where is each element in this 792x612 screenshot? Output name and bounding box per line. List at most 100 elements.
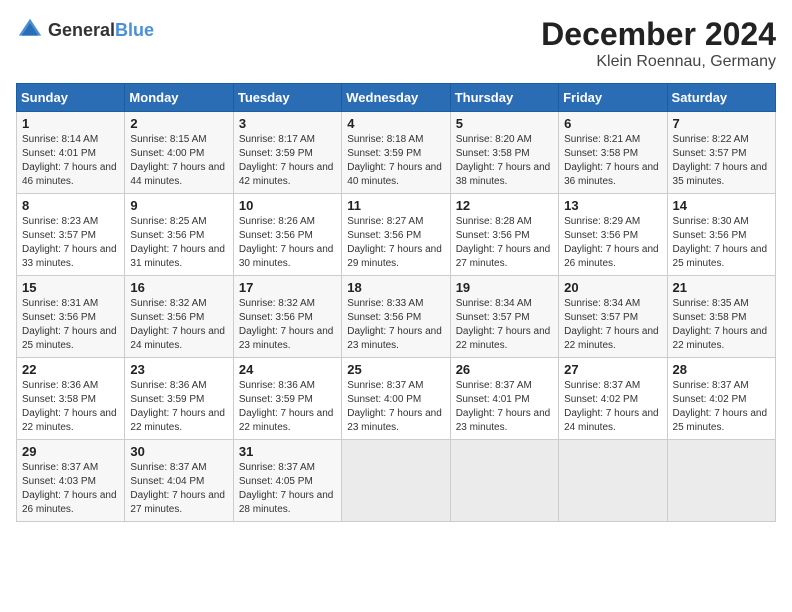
- day-cell: 9 Sunrise: 8:25 AM Sunset: 3:56 PM Dayli…: [125, 194, 233, 276]
- sunrise: Sunrise: 8:30 AM: [673, 216, 749, 227]
- day-cell: [450, 440, 558, 522]
- sunrise: Sunrise: 8:23 AM: [22, 216, 98, 227]
- title-area: December 2024 Klein Roennau, Germany: [541, 16, 776, 71]
- day-cell: 2 Sunrise: 8:15 AM Sunset: 4:00 PM Dayli…: [125, 112, 233, 194]
- sunrise: Sunrise: 8:35 AM: [673, 298, 749, 309]
- day-cell: 17 Sunrise: 8:32 AM Sunset: 3:56 PM Dayl…: [233, 276, 341, 358]
- day-info: Sunrise: 8:23 AM Sunset: 3:57 PM Dayligh…: [22, 215, 119, 271]
- sunrise: Sunrise: 8:27 AM: [347, 216, 423, 227]
- day-info: Sunrise: 8:37 AM Sunset: 4:00 PM Dayligh…: [347, 379, 444, 435]
- calendar-table: Sunday Monday Tuesday Wednesday Thursday…: [16, 83, 776, 522]
- day-number: 14: [673, 198, 770, 213]
- sunrise: Sunrise: 8:25 AM: [130, 216, 206, 227]
- day-cell: [342, 440, 450, 522]
- daylight: Daylight: 7 hours and 35 minutes.: [673, 162, 768, 187]
- day-number: 6: [564, 116, 661, 131]
- day-info: Sunrise: 8:35 AM Sunset: 3:58 PM Dayligh…: [673, 297, 770, 353]
- sunset: Sunset: 3:56 PM: [130, 230, 204, 241]
- day-number: 5: [456, 116, 553, 131]
- day-cell: 31 Sunrise: 8:37 AM Sunset: 4:05 PM Dayl…: [233, 440, 341, 522]
- day-number: 25: [347, 362, 444, 377]
- day-cell: 30 Sunrise: 8:37 AM Sunset: 4:04 PM Dayl…: [125, 440, 233, 522]
- day-cell: 8 Sunrise: 8:23 AM Sunset: 3:57 PM Dayli…: [17, 194, 125, 276]
- day-number: 23: [130, 362, 227, 377]
- day-cell: 20 Sunrise: 8:34 AM Sunset: 3:57 PM Dayl…: [559, 276, 667, 358]
- day-number: 3: [239, 116, 336, 131]
- sunrise: Sunrise: 8:37 AM: [239, 462, 315, 473]
- day-number: 2: [130, 116, 227, 131]
- day-number: 22: [22, 362, 119, 377]
- daylight: Daylight: 7 hours and 23 minutes.: [347, 326, 442, 351]
- day-cell: 7 Sunrise: 8:22 AM Sunset: 3:57 PM Dayli…: [667, 112, 775, 194]
- week-row-1: 1 Sunrise: 8:14 AM Sunset: 4:01 PM Dayli…: [17, 112, 776, 194]
- sunset: Sunset: 4:00 PM: [347, 394, 421, 405]
- day-number: 15: [22, 280, 119, 295]
- day-cell: 14 Sunrise: 8:30 AM Sunset: 3:56 PM Dayl…: [667, 194, 775, 276]
- day-cell: 12 Sunrise: 8:28 AM Sunset: 3:56 PM Dayl…: [450, 194, 558, 276]
- day-number: 10: [239, 198, 336, 213]
- day-info: Sunrise: 8:33 AM Sunset: 3:56 PM Dayligh…: [347, 297, 444, 353]
- week-row-2: 8 Sunrise: 8:23 AM Sunset: 3:57 PM Dayli…: [17, 194, 776, 276]
- sunset: Sunset: 3:59 PM: [130, 394, 204, 405]
- day-cell: 25 Sunrise: 8:37 AM Sunset: 4:00 PM Dayl…: [342, 358, 450, 440]
- sunrise: Sunrise: 8:36 AM: [22, 380, 98, 391]
- day-number: 7: [673, 116, 770, 131]
- day-info: Sunrise: 8:27 AM Sunset: 3:56 PM Dayligh…: [347, 215, 444, 271]
- day-cell: 16 Sunrise: 8:32 AM Sunset: 3:56 PM Dayl…: [125, 276, 233, 358]
- day-cell: 11 Sunrise: 8:27 AM Sunset: 3:56 PM Dayl…: [342, 194, 450, 276]
- daylight: Daylight: 7 hours and 25 minutes.: [673, 408, 768, 433]
- day-number: 18: [347, 280, 444, 295]
- sunrise: Sunrise: 8:20 AM: [456, 134, 532, 145]
- daylight: Daylight: 7 hours and 27 minutes.: [456, 244, 551, 269]
- daylight: Daylight: 7 hours and 25 minutes.: [22, 326, 117, 351]
- sunrise: Sunrise: 8:26 AM: [239, 216, 315, 227]
- sunset: Sunset: 3:56 PM: [673, 230, 747, 241]
- day-info: Sunrise: 8:20 AM Sunset: 3:58 PM Dayligh…: [456, 133, 553, 189]
- daylight: Daylight: 7 hours and 30 minutes.: [239, 244, 334, 269]
- week-row-4: 22 Sunrise: 8:36 AM Sunset: 3:58 PM Dayl…: [17, 358, 776, 440]
- daylight: Daylight: 7 hours and 22 minutes.: [22, 408, 117, 433]
- month-title: December 2024: [541, 16, 776, 53]
- sunset: Sunset: 3:59 PM: [239, 148, 313, 159]
- sunset: Sunset: 3:56 PM: [347, 230, 421, 241]
- sunrise: Sunrise: 8:36 AM: [130, 380, 206, 391]
- day-number: 27: [564, 362, 661, 377]
- daylight: Daylight: 7 hours and 44 minutes.: [130, 162, 225, 187]
- sunrise: Sunrise: 8:37 AM: [22, 462, 98, 473]
- col-tuesday: Tuesday: [233, 84, 341, 112]
- day-number: 21: [673, 280, 770, 295]
- sunrise: Sunrise: 8:37 AM: [456, 380, 532, 391]
- day-info: Sunrise: 8:17 AM Sunset: 3:59 PM Dayligh…: [239, 133, 336, 189]
- day-info: Sunrise: 8:26 AM Sunset: 3:56 PM Dayligh…: [239, 215, 336, 271]
- day-info: Sunrise: 8:37 AM Sunset: 4:05 PM Dayligh…: [239, 461, 336, 517]
- day-info: Sunrise: 8:34 AM Sunset: 3:57 PM Dayligh…: [456, 297, 553, 353]
- daylight: Daylight: 7 hours and 36 minutes.: [564, 162, 659, 187]
- daylight: Daylight: 7 hours and 31 minutes.: [130, 244, 225, 269]
- logo: GeneralBlue: [16, 16, 154, 44]
- day-cell: 10 Sunrise: 8:26 AM Sunset: 3:56 PM Dayl…: [233, 194, 341, 276]
- day-cell: 27 Sunrise: 8:37 AM Sunset: 4:02 PM Dayl…: [559, 358, 667, 440]
- day-number: 9: [130, 198, 227, 213]
- day-number: 29: [22, 444, 119, 459]
- col-monday: Monday: [125, 84, 233, 112]
- day-cell: 3 Sunrise: 8:17 AM Sunset: 3:59 PM Dayli…: [233, 112, 341, 194]
- sunset: Sunset: 3:56 PM: [22, 312, 96, 323]
- day-info: Sunrise: 8:18 AM Sunset: 3:59 PM Dayligh…: [347, 133, 444, 189]
- day-cell: 28 Sunrise: 8:37 AM Sunset: 4:02 PM Dayl…: [667, 358, 775, 440]
- daylight: Daylight: 7 hours and 28 minutes.: [239, 490, 334, 515]
- sunset: Sunset: 3:56 PM: [564, 230, 638, 241]
- day-number: 20: [564, 280, 661, 295]
- week-row-5: 29 Sunrise: 8:37 AM Sunset: 4:03 PM Dayl…: [17, 440, 776, 522]
- day-cell: 26 Sunrise: 8:37 AM Sunset: 4:01 PM Dayl…: [450, 358, 558, 440]
- sunrise: Sunrise: 8:33 AM: [347, 298, 423, 309]
- daylight: Daylight: 7 hours and 26 minutes.: [564, 244, 659, 269]
- sunrise: Sunrise: 8:29 AM: [564, 216, 640, 227]
- day-number: 28: [673, 362, 770, 377]
- day-number: 12: [456, 198, 553, 213]
- day-info: Sunrise: 8:21 AM Sunset: 3:58 PM Dayligh…: [564, 133, 661, 189]
- daylight: Daylight: 7 hours and 24 minutes.: [564, 408, 659, 433]
- day-info: Sunrise: 8:15 AM Sunset: 4:00 PM Dayligh…: [130, 133, 227, 189]
- day-number: 1: [22, 116, 119, 131]
- daylight: Daylight: 7 hours and 38 minutes.: [456, 162, 551, 187]
- day-info: Sunrise: 8:25 AM Sunset: 3:56 PM Dayligh…: [130, 215, 227, 271]
